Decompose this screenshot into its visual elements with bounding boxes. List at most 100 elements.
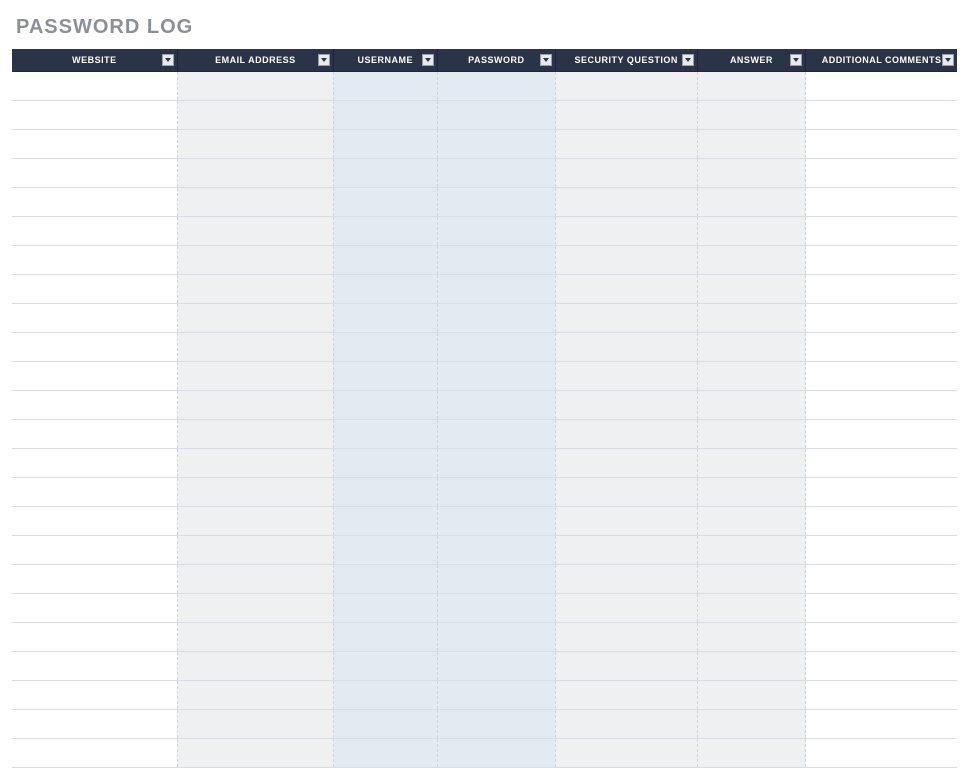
cell-email[interactable] bbox=[177, 187, 333, 216]
cell-password[interactable] bbox=[437, 361, 555, 390]
cell-security-question[interactable] bbox=[555, 100, 697, 129]
cell-email[interactable] bbox=[177, 622, 333, 651]
cell-password[interactable] bbox=[437, 303, 555, 332]
cell-website[interactable] bbox=[12, 709, 177, 738]
cell-username[interactable] bbox=[333, 419, 437, 448]
cell-password[interactable] bbox=[437, 187, 555, 216]
cell-password[interactable] bbox=[437, 448, 555, 477]
cell-comments[interactable] bbox=[806, 477, 957, 506]
cell-answer[interactable] bbox=[697, 506, 806, 535]
cell-website[interactable] bbox=[12, 651, 177, 680]
cell-website[interactable] bbox=[12, 535, 177, 564]
cell-email[interactable] bbox=[177, 158, 333, 187]
cell-comments[interactable] bbox=[806, 535, 957, 564]
cell-website[interactable] bbox=[12, 390, 177, 419]
cell-security-question[interactable] bbox=[555, 477, 697, 506]
cell-email[interactable] bbox=[177, 245, 333, 274]
cell-security-question[interactable] bbox=[555, 622, 697, 651]
cell-email[interactable] bbox=[177, 361, 333, 390]
cell-comments[interactable] bbox=[806, 651, 957, 680]
cell-email[interactable] bbox=[177, 477, 333, 506]
cell-comments[interactable] bbox=[806, 506, 957, 535]
cell-comments[interactable] bbox=[806, 390, 957, 419]
cell-security-question[interactable] bbox=[555, 216, 697, 245]
cell-comments[interactable] bbox=[806, 216, 957, 245]
cell-password[interactable] bbox=[437, 535, 555, 564]
cell-email[interactable] bbox=[177, 419, 333, 448]
cell-website[interactable] bbox=[12, 593, 177, 622]
cell-password[interactable] bbox=[437, 71, 555, 100]
cell-answer[interactable] bbox=[697, 361, 806, 390]
cell-username[interactable] bbox=[333, 564, 437, 593]
cell-email[interactable] bbox=[177, 448, 333, 477]
cell-password[interactable] bbox=[437, 129, 555, 158]
cell-password[interactable] bbox=[437, 680, 555, 709]
cell-website[interactable] bbox=[12, 216, 177, 245]
cell-security-question[interactable] bbox=[555, 332, 697, 361]
cell-website[interactable] bbox=[12, 303, 177, 332]
cell-website[interactable] bbox=[12, 477, 177, 506]
cell-answer[interactable] bbox=[697, 477, 806, 506]
cell-email[interactable] bbox=[177, 651, 333, 680]
cell-security-question[interactable] bbox=[555, 361, 697, 390]
cell-username[interactable] bbox=[333, 535, 437, 564]
cell-password[interactable] bbox=[437, 390, 555, 419]
filter-dropdown-icon[interactable] bbox=[942, 54, 954, 66]
cell-comments[interactable] bbox=[806, 129, 957, 158]
cell-answer[interactable] bbox=[697, 216, 806, 245]
cell-website[interactable] bbox=[12, 129, 177, 158]
cell-email[interactable] bbox=[177, 535, 333, 564]
cell-answer[interactable] bbox=[697, 100, 806, 129]
cell-password[interactable] bbox=[437, 593, 555, 622]
cell-comments[interactable] bbox=[806, 448, 957, 477]
cell-comments[interactable] bbox=[806, 158, 957, 187]
cell-email[interactable] bbox=[177, 709, 333, 738]
cell-username[interactable] bbox=[333, 680, 437, 709]
cell-security-question[interactable] bbox=[555, 245, 697, 274]
filter-dropdown-icon[interactable] bbox=[540, 54, 552, 66]
cell-email[interactable] bbox=[177, 129, 333, 158]
cell-email[interactable] bbox=[177, 506, 333, 535]
cell-password[interactable] bbox=[437, 216, 555, 245]
cell-website[interactable] bbox=[12, 506, 177, 535]
cell-email[interactable] bbox=[177, 738, 333, 767]
cell-website[interactable] bbox=[12, 622, 177, 651]
cell-username[interactable] bbox=[333, 390, 437, 419]
cell-comments[interactable] bbox=[806, 187, 957, 216]
cell-comments[interactable] bbox=[806, 100, 957, 129]
cell-username[interactable] bbox=[333, 245, 437, 274]
cell-website[interactable] bbox=[12, 100, 177, 129]
cell-answer[interactable] bbox=[697, 419, 806, 448]
cell-password[interactable] bbox=[437, 651, 555, 680]
cell-password[interactable] bbox=[437, 245, 555, 274]
cell-comments[interactable] bbox=[806, 680, 957, 709]
cell-username[interactable] bbox=[333, 158, 437, 187]
cell-answer[interactable] bbox=[697, 738, 806, 767]
cell-comments[interactable] bbox=[806, 593, 957, 622]
cell-email[interactable] bbox=[177, 680, 333, 709]
cell-email[interactable] bbox=[177, 564, 333, 593]
cell-security-question[interactable] bbox=[555, 709, 697, 738]
cell-security-question[interactable] bbox=[555, 71, 697, 100]
cell-website[interactable] bbox=[12, 448, 177, 477]
cell-password[interactable] bbox=[437, 622, 555, 651]
cell-answer[interactable] bbox=[697, 564, 806, 593]
cell-comments[interactable] bbox=[806, 303, 957, 332]
cell-website[interactable] bbox=[12, 738, 177, 767]
cell-username[interactable] bbox=[333, 187, 437, 216]
cell-password[interactable] bbox=[437, 158, 555, 187]
cell-comments[interactable] bbox=[806, 361, 957, 390]
cell-answer[interactable] bbox=[697, 158, 806, 187]
cell-comments[interactable] bbox=[806, 71, 957, 100]
cell-email[interactable] bbox=[177, 390, 333, 419]
cell-answer[interactable] bbox=[697, 332, 806, 361]
cell-username[interactable] bbox=[333, 129, 437, 158]
cell-comments[interactable] bbox=[806, 709, 957, 738]
cell-password[interactable] bbox=[437, 709, 555, 738]
cell-answer[interactable] bbox=[697, 709, 806, 738]
cell-password[interactable] bbox=[437, 564, 555, 593]
cell-password[interactable] bbox=[437, 332, 555, 361]
cell-password[interactable] bbox=[437, 506, 555, 535]
cell-security-question[interactable] bbox=[555, 129, 697, 158]
cell-comments[interactable] bbox=[806, 245, 957, 274]
